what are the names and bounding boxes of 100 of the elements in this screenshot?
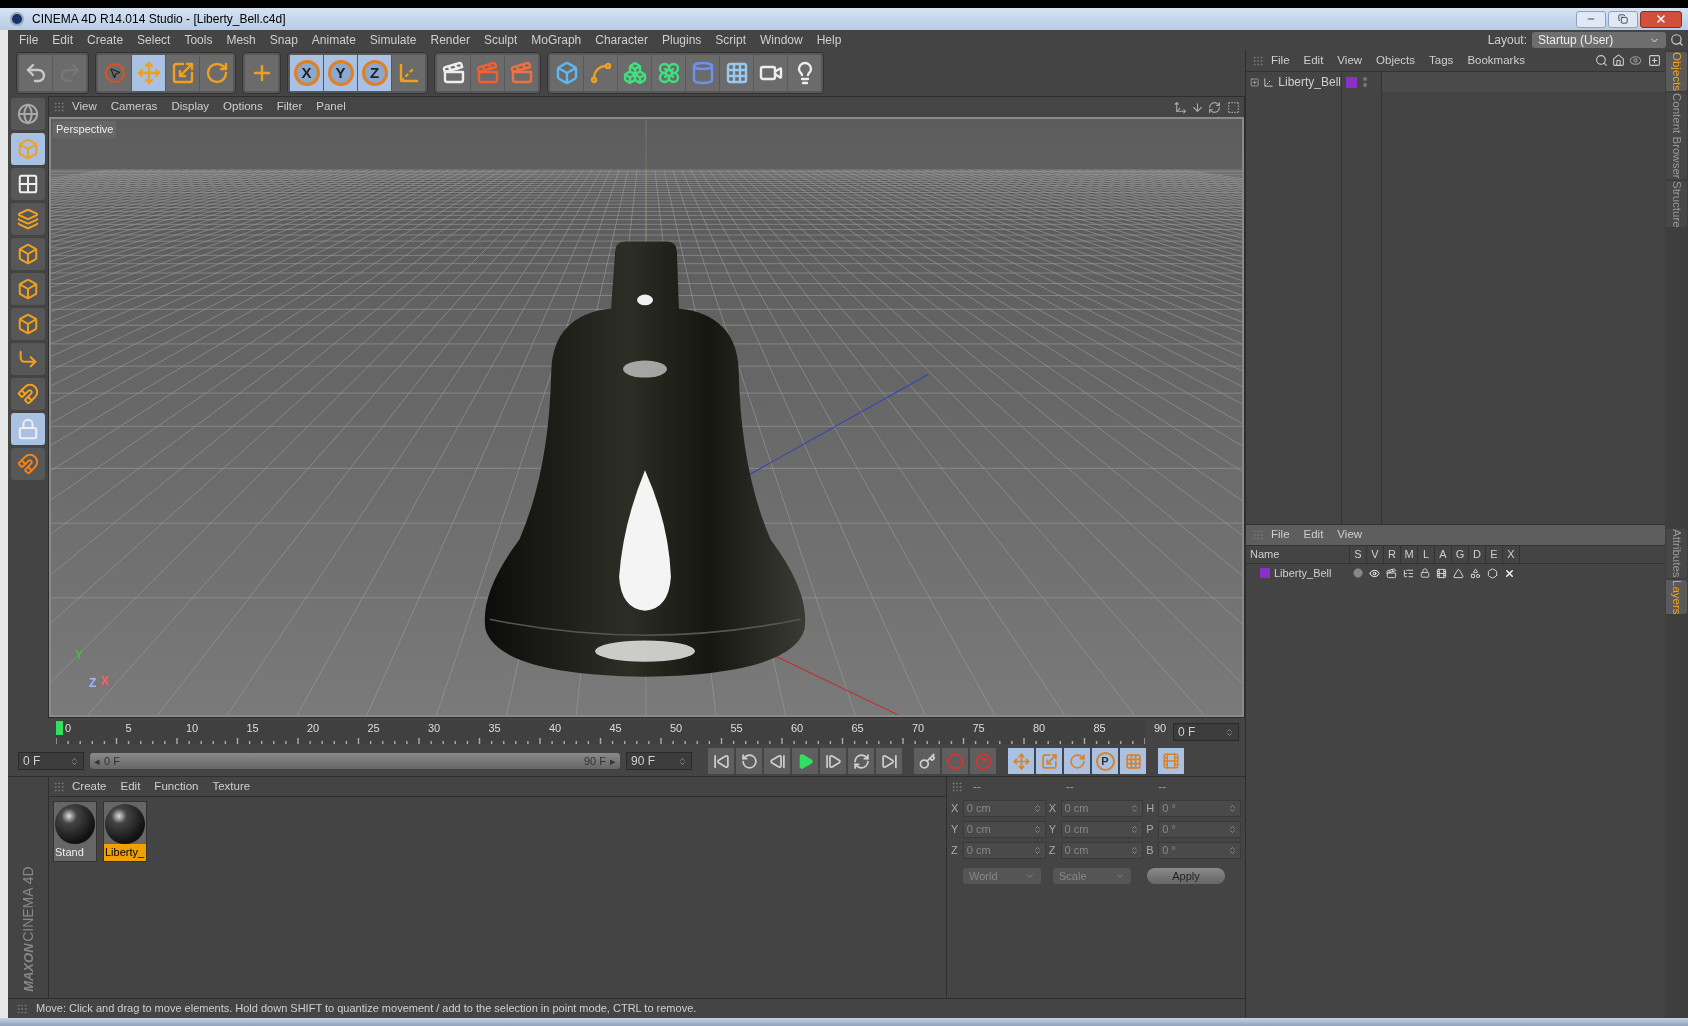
menu-item[interactable]: Window <box>753 31 810 49</box>
deformer-icon[interactable] <box>1470 567 1481 579</box>
menu-item[interactable]: Edit <box>1296 51 1331 70</box>
menu-item[interactable]: Script <box>708 31 753 49</box>
menu-item[interactable]: Texture <box>205 777 258 796</box>
new-window-icon[interactable] <box>1648 54 1661 67</box>
scale-button[interactable] <box>166 55 199 91</box>
manager-icon[interactable] <box>1403 567 1414 579</box>
step-back-button[interactable] <box>764 748 790 774</box>
material-swatch[interactable]: Stand <box>53 801 97 862</box>
menu-item[interactable]: Help <box>809 31 849 49</box>
dolly-view-icon[interactable] <box>1191 100 1204 114</box>
menu-item[interactable]: Render <box>423 31 477 49</box>
layout-view-icon[interactable] <box>1227 100 1240 114</box>
menu-item[interactable]: Edit <box>113 777 148 796</box>
view-mode-button[interactable] <box>11 98 45 130</box>
side-tab[interactable]: Content Browser <box>1666 93 1687 179</box>
menu-item[interactable]: View <box>65 98 104 116</box>
undo-button[interactable] <box>19 55 52 91</box>
menu-item[interactable]: Create <box>80 31 131 49</box>
menu-item[interactable]: Select <box>130 31 178 49</box>
menu-item[interactable]: Snap <box>262 31 305 49</box>
menu-item[interactable]: Plugins <box>654 31 709 49</box>
play-button[interactable] <box>792 748 818 774</box>
menu-item[interactable]: Function <box>147 777 206 796</box>
workplane-mode-button[interactable] <box>11 203 45 235</box>
side-tab[interactable]: Layers <box>1666 579 1687 615</box>
menu-item[interactable]: Filter <box>269 98 310 116</box>
go-to-end-button[interactable] <box>876 748 902 774</box>
next-key-button[interactable] <box>848 748 874 774</box>
close-button[interactable] <box>1640 10 1682 28</box>
previous-key-button[interactable] <box>736 748 762 774</box>
render-icon[interactable] <box>1386 567 1397 579</box>
axis-lock-button[interactable]: Y <box>324 55 357 91</box>
menu-item[interactable]: Edit <box>45 31 81 49</box>
menu-item[interactable]: Panel <box>309 98 353 116</box>
material-swatch[interactable]: Liberty_ <box>103 801 147 862</box>
menu-item[interactable]: File <box>1264 526 1297 544</box>
timeline-toggle-button[interactable] <box>1158 748 1184 774</box>
floor-button[interactable] <box>720 55 753 91</box>
object-name[interactable]: Liberty_Bell <box>1278 73 1341 91</box>
eye-icon[interactable] <box>1629 54 1642 67</box>
menu-item[interactable]: Display <box>164 98 217 116</box>
render-view-button[interactable] <box>437 55 470 91</box>
spline-button[interactable] <box>584 55 617 91</box>
axis-mode-button[interactable] <box>11 343 45 375</box>
home-icon[interactable] <box>1612 54 1625 67</box>
menu-item[interactable]: File <box>1264 51 1297 70</box>
snap-mode-button[interactable] <box>11 448 45 480</box>
layout-dropdown[interactable]: Startup (User) <box>1532 32 1666 48</box>
menu-item[interactable]: Create <box>65 777 114 796</box>
keyframe-button[interactable] <box>914 748 940 774</box>
points-mode-button[interactable] <box>11 238 45 270</box>
array-button[interactable] <box>652 55 685 91</box>
side-tab[interactable]: Structure <box>1666 180 1687 228</box>
render-settings-button[interactable] <box>505 55 538 91</box>
menu-item[interactable]: View <box>1330 526 1370 544</box>
menu-item[interactable]: Mesh <box>219 31 263 49</box>
menu-item[interactable]: Sculpt <box>476 31 525 49</box>
menu-item[interactable]: Cameras <box>103 98 165 116</box>
deformer-button[interactable] <box>686 55 719 91</box>
menu-item[interactable]: Animate <box>304 31 363 49</box>
light-button[interactable] <box>788 55 821 91</box>
lock-icon[interactable] <box>1420 568 1430 578</box>
cube-button[interactable] <box>550 55 583 91</box>
menu-item[interactable]: Bookmarks <box>1460 51 1532 70</box>
animation-icon[interactable] <box>1436 567 1447 579</box>
axis-lock-button[interactable]: Z <box>358 55 391 91</box>
solo-icon[interactable] <box>1353 568 1363 578</box>
menu-item[interactable]: View <box>1330 51 1370 70</box>
search-icon[interactable] <box>1670 33 1684 47</box>
menu-item[interactable]: Character <box>588 31 655 49</box>
menu-item[interactable]: Tools <box>177 31 220 49</box>
axis-lock-button[interactable]: X <box>290 55 323 91</box>
edges-mode-button[interactable] <box>11 273 45 305</box>
nurbs-button[interactable] <box>618 55 651 91</box>
menu-item[interactable]: Tags <box>1422 51 1461 70</box>
xref-icon[interactable] <box>1504 567 1515 579</box>
select-button[interactable] <box>98 55 131 91</box>
texture-mode-button[interactable] <box>11 168 45 200</box>
side-tab[interactable]: Objects <box>1666 52 1687 91</box>
menu-item[interactable]: File <box>12 31 46 49</box>
pan-view-icon[interactable] <box>1174 100 1187 114</box>
layer-name[interactable]: Liberty_Bell <box>1274 564 1332 582</box>
menu-item[interactable]: Edit <box>1296 526 1331 544</box>
expand-icon[interactable] <box>1250 76 1260 88</box>
orbit-view-icon[interactable] <box>1208 100 1221 114</box>
start-frame-field[interactable]: 0 F <box>18 752 84 770</box>
restore-button[interactable] <box>1608 10 1638 28</box>
menu-item[interactable]: Simulate <box>362 31 424 49</box>
menu-item[interactable]: Options <box>216 98 270 116</box>
side-tab[interactable]: Attributes <box>1666 529 1687 578</box>
current-frame-field[interactable]: 0 F <box>1173 723 1239 741</box>
magnet-mode-button[interactable] <box>11 378 45 410</box>
coordinate-system-button[interactable] <box>392 55 425 91</box>
generator-icon[interactable] <box>1453 567 1464 579</box>
menu-item[interactable]: Objects <box>1369 51 1423 70</box>
search-icon[interactable] <box>1595 54 1608 67</box>
minimize-button[interactable] <box>1576 10 1606 28</box>
step-forward-button[interactable] <box>820 748 846 774</box>
